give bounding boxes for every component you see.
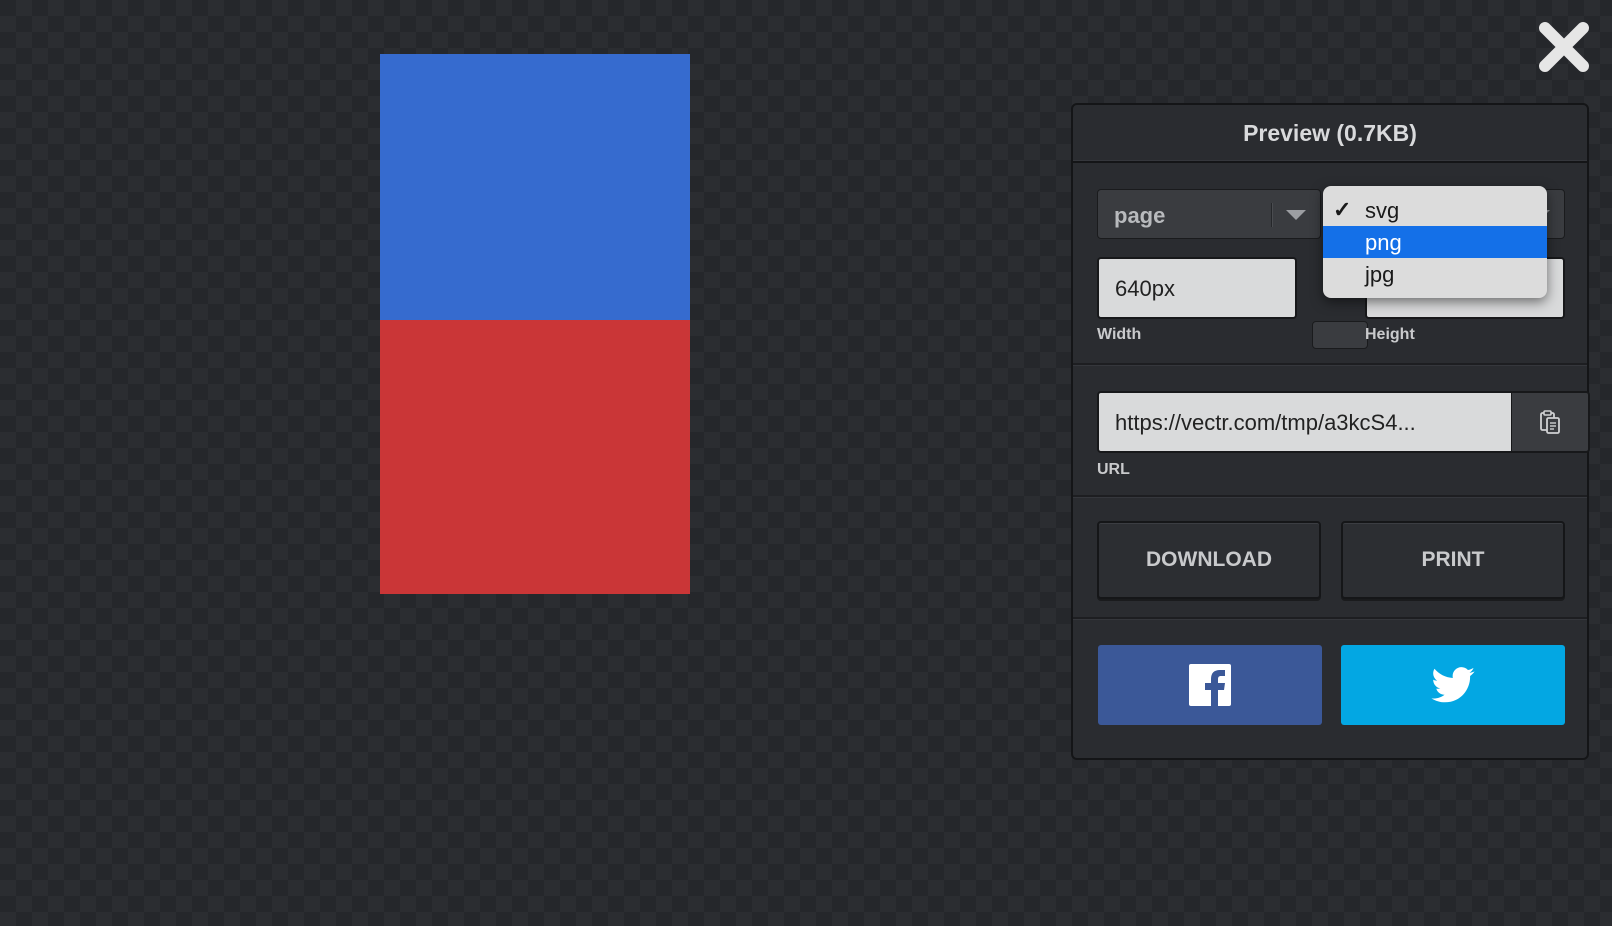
width-input[interactable]: 640px: [1097, 257, 1297, 319]
close-button[interactable]: [1537, 20, 1591, 74]
share-section: [1073, 617, 1587, 760]
download-button[interactable]: DOWNLOAD: [1097, 521, 1321, 599]
panel-title: Preview (0.7KB): [1073, 105, 1587, 163]
twitter-icon: [1431, 667, 1475, 703]
facebook-share-button[interactable]: [1098, 645, 1322, 725]
scope-select[interactable]: page: [1097, 189, 1321, 239]
checkmark-icon: ✓: [1333, 197, 1352, 222]
facebook-icon: [1189, 664, 1231, 706]
format-option-svg[interactable]: ✓ svg: [1323, 194, 1547, 226]
height-label: Height: [1365, 326, 1415, 343]
actions-section: DOWNLOAD PRINT: [1073, 495, 1587, 619]
format-option-jpg[interactable]: jpg: [1323, 258, 1547, 290]
copy-url-button[interactable]: [1512, 391, 1590, 453]
artwork-blue-rect: [380, 54, 690, 320]
artwork-red-rect: [380, 320, 690, 594]
format-option-png[interactable]: png: [1323, 226, 1547, 258]
aspect-lock-toggle[interactable]: [1312, 321, 1368, 349]
width-label: Width: [1097, 326, 1142, 343]
select-divider: [1271, 203, 1272, 227]
scope-select-value: page: [1114, 203, 1166, 228]
artwork-preview: [380, 54, 690, 594]
url-field-group: https://vectr.com/tmp/a3kcS4...: [1097, 391, 1590, 453]
print-button[interactable]: PRINT: [1341, 521, 1565, 599]
close-icon: [1539, 22, 1589, 72]
url-section: https://vectr.com/tmp/a3kcS4... URL: [1073, 363, 1590, 497]
format-dropdown-menu: ✓ svg png jpg: [1323, 186, 1547, 298]
chevron-down-icon: [1286, 210, 1306, 220]
twitter-share-button[interactable]: [1341, 645, 1565, 725]
url-label: URL: [1097, 461, 1130, 478]
url-input[interactable]: https://vectr.com/tmp/a3kcS4...: [1097, 391, 1513, 453]
clipboard-icon: [1540, 410, 1560, 434]
